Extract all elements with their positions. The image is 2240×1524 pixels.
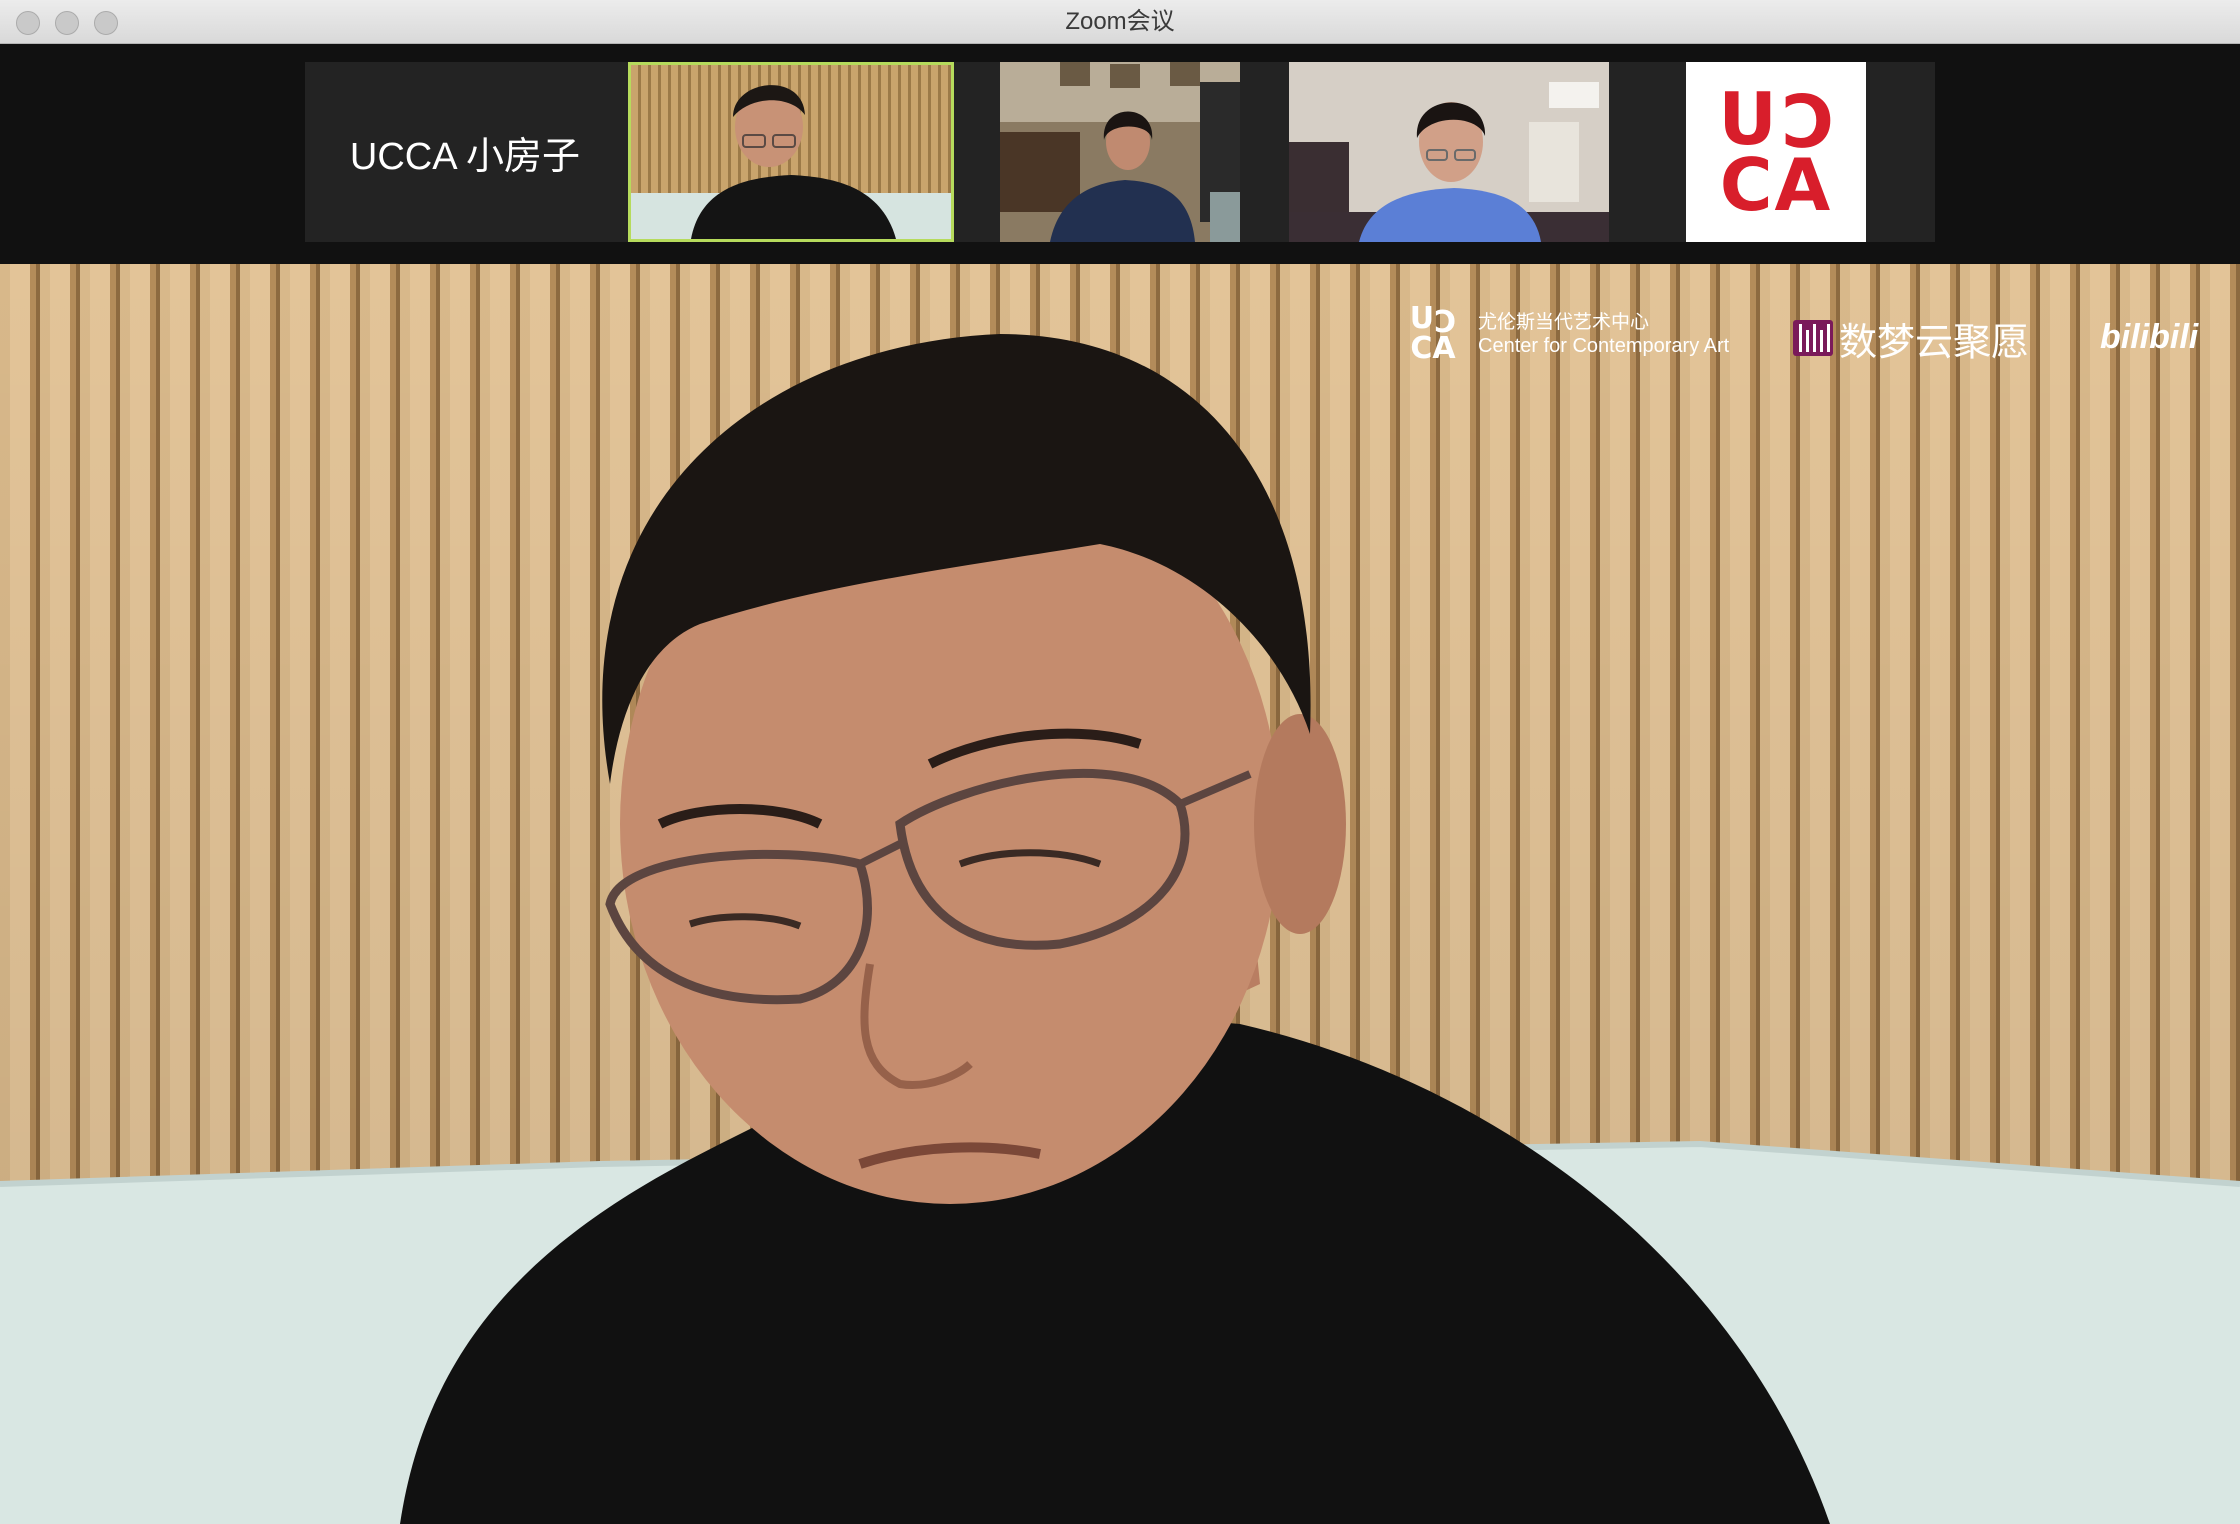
participant-tile-2[interactable] (1000, 62, 1240, 242)
participant-name: UCCA 小房子 (349, 135, 581, 178)
active-speaker-video[interactable]: UC CA 尤伦斯当代艺术中心 Center for Contemporary A… (0, 264, 2240, 1524)
participant-tile-name-only[interactable]: UCCA 小房子 (305, 62, 625, 242)
shumeng-icon (1793, 320, 1833, 356)
participant-video-1 (631, 65, 951, 239)
participant-strip: UCCA 小房子 UC CA (0, 44, 2240, 264)
participant-tile-3[interactable] (1289, 62, 1609, 242)
shumeng-text: 数梦云聚愿 (1839, 319, 2030, 364)
bilibili-logo: bilibili (2100, 318, 2199, 356)
participant-video-3 (1289, 62, 1609, 242)
ucca-overlay-text: 尤伦斯当代艺术中心 Center for Contemporary Art (1478, 312, 1729, 358)
sponsor-logos: UC CA 尤伦斯当代艺术中心 Center for Contemporary A… (0, 301, 2240, 384)
participant-strip-inner: UCCA 小房子 UC CA (305, 62, 1935, 242)
window-titlebar: Zoom会议 (0, 0, 2240, 44)
participant-tile-ucca-logo[interactable]: UC CA (1686, 62, 1866, 242)
shumeng-logo: 数梦云聚愿 (1793, 316, 2029, 364)
speaker-video-frame (0, 264, 2240, 1524)
participant-video-2 (1000, 62, 1240, 242)
ucca-logo: UC CA (1718, 77, 1834, 227)
window-title: Zoom会议 (1065, 8, 1175, 35)
participant-tile-active-speaker[interactable] (628, 62, 954, 242)
ucca-overlay-logo: UC CA (1409, 301, 1457, 366)
ucca-english-name: Center for Contemporary Art (1478, 335, 1730, 357)
ucca-chinese-name: 尤伦斯当代艺术中心 (1478, 312, 1650, 333)
